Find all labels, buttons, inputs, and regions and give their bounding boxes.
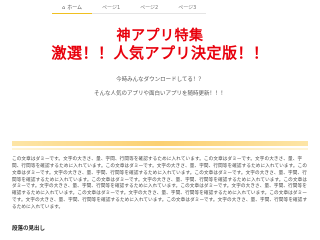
- nav-item-page3[interactable]: ページ3: [168, 4, 207, 14]
- nav-item-label: ホーム: [67, 5, 83, 11]
- nav-item-page2[interactable]: ページ2: [130, 4, 169, 14]
- section-heading: 段落の見出し: [12, 226, 46, 232]
- nav-item-home[interactable]: ⌂ ホーム: [52, 4, 93, 14]
- nav-item-label: ページ3: [178, 5, 197, 11]
- nav-item-label: ページ2: [140, 5, 159, 11]
- home-icon: ⌂: [62, 5, 66, 11]
- hero-description: そんな人気のアプリや面白いアプリを随時更新！！！: [93, 91, 226, 97]
- nav-item-label: ページ1: [102, 5, 121, 11]
- hero-subtitle-headline: 激選！！人気アプリ決定版！！: [51, 44, 269, 62]
- article-body: この文章はダミーです。文字の大きさ、量、字間、行間等を確認するために入れています…: [12, 157, 308, 210]
- nav-item-page1[interactable]: ページ1: [92, 4, 131, 14]
- decorative-band: [12, 141, 308, 146]
- hero-tagline: 今時みんなダウンロードしてる！？: [116, 77, 204, 83]
- top-nav: ⌂ ホーム ページ1 ページ2 ページ3: [52, 4, 207, 14]
- decorative-band-thin: [12, 148, 308, 150]
